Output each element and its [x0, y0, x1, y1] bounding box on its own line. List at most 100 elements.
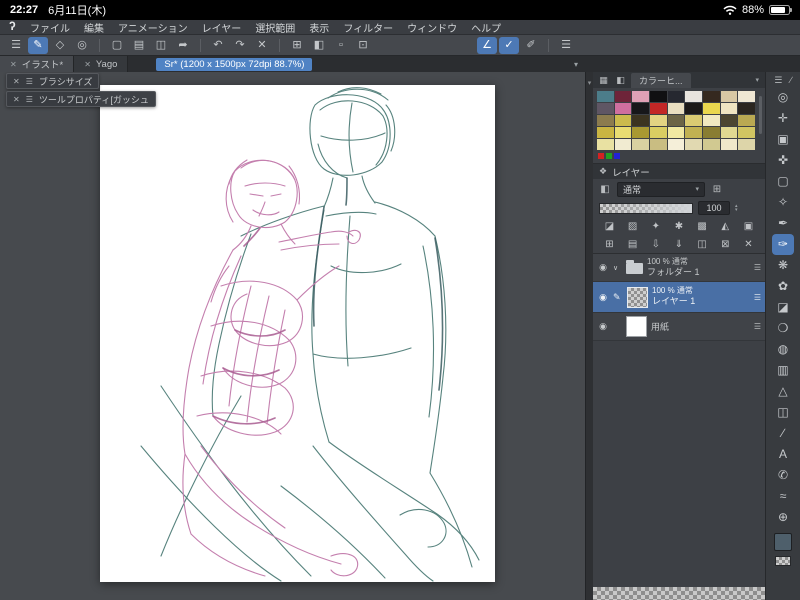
close-icon[interactable]: ✕: [84, 60, 91, 69]
color-swatch[interactable]: [649, 115, 667, 126]
tool-dock-pen-icon[interactable]: ∕: [790, 75, 792, 85]
drag-handle-icon[interactable]: ☰: [754, 293, 761, 302]
tab-scroll-caret-icon[interactable]: ▾: [574, 60, 578, 69]
color-swatch[interactable]: [738, 139, 755, 150]
color-swatch[interactable]: [597, 103, 614, 114]
eyedropper-tool-icon[interactable]: ✧: [772, 192, 794, 213]
color-swatch[interactable]: [720, 139, 738, 150]
gradient-tool-icon[interactable]: ▥: [772, 360, 794, 381]
color-swatch[interactable]: [614, 127, 632, 138]
swatch-scrollbar[interactable]: [759, 96, 762, 134]
delete-layer-icon[interactable]: ✕: [741, 239, 756, 250]
menu-item[interactable]: 編集: [84, 20, 104, 35]
snap-line-icon[interactable]: ∠: [477, 36, 497, 54]
menu-item[interactable]: アニメーション: [118, 20, 188, 35]
color-swatch[interactable]: [720, 127, 738, 138]
reference-icon[interactable]: ◎: [72, 37, 92, 54]
brush-tool-icon[interactable]: ✑: [772, 234, 794, 255]
color-swatch[interactable]: [738, 115, 755, 126]
close-icon[interactable]: ✕: [10, 60, 17, 69]
selection-tool-icon[interactable]: ▢: [772, 171, 794, 192]
color-swatch[interactable]: [649, 127, 667, 138]
clear-icon[interactable]: ✕: [252, 37, 272, 54]
color-swatch[interactable]: [632, 115, 649, 126]
blend-extra-icon[interactable]: ⊞: [710, 184, 724, 195]
blend-tool-icon[interactable]: ◇: [50, 37, 70, 54]
frame-tool-icon[interactable]: ◫: [772, 402, 794, 423]
color-indicator[interactable]: [598, 153, 604, 159]
drawing-canvas[interactable]: [100, 85, 495, 582]
color-swatch[interactable]: [702, 103, 720, 114]
color-swatch[interactable]: [720, 103, 738, 114]
open-file-icon[interactable]: ▤: [129, 37, 149, 54]
figure-tool-icon[interactable]: △: [772, 381, 794, 402]
color-swatch[interactable]: [685, 115, 702, 126]
color-swatch[interactable]: [667, 91, 685, 102]
brush-tool-icon[interactable]: ✎: [28, 36, 48, 54]
menu-item[interactable]: レイヤー: [202, 20, 242, 35]
color-swatch[interactable]: [667, 127, 685, 138]
move-tool-icon[interactable]: ✛: [772, 108, 794, 129]
color-swatch[interactable]: [632, 91, 649, 102]
fill-icon[interactable]: ◧: [309, 37, 329, 54]
new-file-icon[interactable]: ▢: [107, 37, 127, 54]
close-icon[interactable]: ✕: [13, 95, 20, 104]
color-swatch[interactable]: [649, 139, 667, 150]
color-swatch[interactable]: [649, 91, 667, 102]
color-swatch[interactable]: [632, 127, 649, 138]
lock-layer-icon[interactable]: ✱: [671, 221, 686, 232]
decoration-tool-icon[interactable]: ✿: [772, 276, 794, 297]
drag-handle-icon[interactable]: ☰: [754, 322, 761, 331]
color-swatch[interactable]: [685, 91, 702, 102]
correction-tool-icon[interactable]: ≈: [772, 486, 794, 507]
new-layer-icon[interactable]: ⊞: [602, 239, 617, 250]
color-swatch[interactable]: [667, 115, 685, 126]
zoom-tool-icon[interactable]: ◎: [772, 87, 794, 108]
tool-dock-menu-icon[interactable]: ☰: [774, 75, 782, 86]
color-wheel-tab-icon[interactable]: ▦: [597, 75, 610, 86]
color-swatch[interactable]: [597, 127, 614, 138]
export-icon[interactable]: ➦: [173, 37, 193, 54]
color-swatch[interactable]: [738, 103, 755, 114]
panel-divider[interactable]: ▾: [585, 72, 593, 600]
color-swatch[interactable]: [702, 139, 720, 150]
tab-illustration[interactable]: ✕ イラスト*: [0, 56, 75, 72]
tone-icon[interactable]: ▨: [625, 221, 640, 232]
save-file-icon[interactable]: ◫: [151, 37, 171, 54]
operation-tool-icon[interactable]: ▣: [772, 129, 794, 150]
color-swatch[interactable]: [649, 103, 667, 114]
snap-curve-icon[interactable]: ✓: [499, 36, 519, 54]
balloon-tool-icon[interactable]: ✆: [772, 465, 794, 486]
color-swatch[interactable]: [597, 115, 614, 126]
color-swatch[interactable]: [685, 139, 702, 150]
color-swatch[interactable]: [667, 103, 685, 114]
palette-menu-icon[interactable]: ☰: [26, 77, 33, 86]
color-swatch[interactable]: [685, 103, 702, 114]
palette-menu-icon[interactable]: ☰: [26, 95, 33, 104]
crop-icon[interactable]: ⊡: [353, 37, 373, 54]
blend-mode-select[interactable]: 通常 ▾: [617, 181, 705, 197]
menu-item[interactable]: フィルター: [343, 20, 393, 35]
paper-thumbnail[interactable]: [626, 316, 647, 337]
toolbar-overflow-icon[interactable]: ☰: [556, 37, 576, 54]
clip-studio-logo[interactable]: ʔ: [9, 19, 16, 33]
tool-property-palette-bar[interactable]: ✕ ☰ ツールプロパティ[ガッシュ: [6, 91, 156, 107]
mask-icon[interactable]: ◭: [718, 221, 733, 232]
transfer-down-icon[interactable]: ⇩: [648, 239, 663, 250]
layer-row-paper[interactable]: ◉ 用紙 ☰: [593, 313, 765, 341]
color-swatch[interactable]: [614, 103, 632, 114]
color-indicator[interactable]: [606, 153, 612, 159]
opacity-stepper[interactable]: ▴ ▾: [735, 204, 738, 213]
tab-yago[interactable]: ✕ Yago: [74, 56, 129, 72]
snap-special-icon[interactable]: ✐: [521, 37, 541, 54]
menu-item[interactable]: ファイル: [30, 20, 70, 35]
color-swatch[interactable]: [597, 139, 614, 150]
color-swatch[interactable]: [738, 127, 755, 138]
new-folder-icon[interactable]: ▤: [625, 239, 640, 250]
menu-item[interactable]: 選択範囲: [255, 20, 295, 35]
toolbar-menu-icon[interactable]: ☰: [6, 37, 26, 54]
select-area-icon[interactable]: ▫: [331, 37, 351, 54]
transform-icon[interactable]: ⊞: [287, 37, 307, 54]
tab-color-history[interactable]: カラーヒ...: [631, 72, 691, 88]
menu-item[interactable]: ヘルプ: [471, 20, 501, 35]
